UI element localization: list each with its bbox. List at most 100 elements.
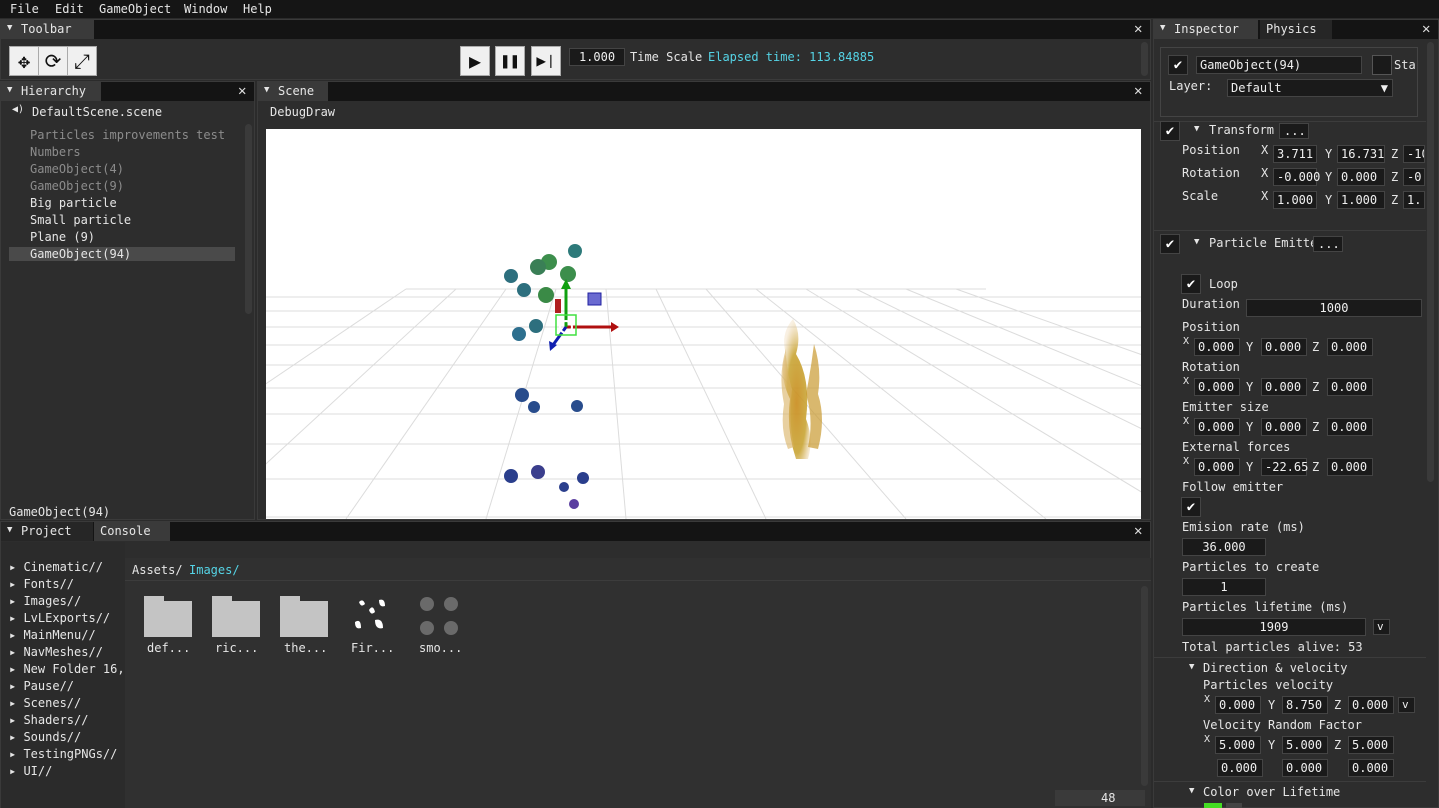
folder-icon[interactable]: [280, 596, 328, 637]
scale-y-input[interactable]: 1.000: [1337, 191, 1385, 209]
menu-window[interactable]: Window: [184, 2, 227, 16]
move-tool-icon[interactable]: ✥: [9, 46, 39, 76]
pos-z-input[interactable]: -10: [1403, 145, 1425, 163]
folder-icon[interactable]: [144, 596, 192, 637]
transform-options-button[interactable]: ...: [1279, 123, 1309, 139]
tab-physics[interactable]: Physics: [1260, 20, 1332, 39]
object-name-input[interactable]: GameObject(94): [1196, 56, 1362, 74]
velocity-z[interactable]: 0.000: [1348, 696, 1394, 714]
tab-inspector[interactable]: ▼ Inspector: [1154, 20, 1258, 39]
forces-x[interactable]: 0.000: [1194, 458, 1240, 476]
collapse-icon[interactable]: ▼: [7, 525, 12, 535]
folder-icon[interactable]: [212, 596, 260, 637]
rot-z-input[interactable]: -0.: [1403, 168, 1425, 186]
folder-tree-item[interactable]: ▸ TestingPNGs//: [9, 747, 117, 761]
step-icon[interactable]: ▶❘: [531, 46, 561, 76]
random-z[interactable]: 5.000: [1348, 736, 1394, 754]
folder-tree-item[interactable]: ▸ Pause//: [9, 679, 74, 693]
collapse-icon[interactable]: ▼: [1160, 23, 1165, 33]
menu-gameobject[interactable]: GameObject: [99, 2, 171, 16]
tab-project[interactable]: ▼ Project: [1, 522, 93, 541]
menu-edit[interactable]: Edit: [55, 2, 84, 16]
hierarchy-item-selected[interactable]: GameObject(94): [30, 247, 131, 261]
transform-header[interactable]: Transform: [1209, 123, 1274, 137]
inspector-scrollbar[interactable]: [1427, 42, 1434, 482]
folder-tree-item[interactable]: ▸ Cinematic//: [9, 560, 103, 574]
pos-y-input[interactable]: 16.731: [1337, 145, 1385, 163]
random-y[interactable]: 5.000: [1282, 736, 1328, 754]
random2-y[interactable]: 0.000: [1282, 759, 1328, 777]
pause-icon[interactable]: ❚❚: [495, 46, 525, 76]
tab-console[interactable]: Console: [94, 522, 170, 541]
collapse-icon[interactable]: ▼: [7, 23, 12, 33]
expand-icon[interactable]: ▼: [1189, 662, 1194, 672]
hierarchy-item[interactable]: GameObject(4): [30, 162, 124, 176]
duration-input[interactable]: 1000: [1246, 299, 1422, 317]
tab-scene[interactable]: ▼ Scene: [258, 82, 328, 101]
folder-tree-item[interactable]: ▸ Shaders//: [9, 713, 88, 727]
hierarchy-scrollbar[interactable]: [245, 124, 252, 314]
tab-hierarchy[interactable]: ▼ Hierarchy: [1, 82, 101, 101]
lifetime-dropdown[interactable]: v: [1373, 619, 1390, 635]
random2-z[interactable]: 0.000: [1348, 759, 1394, 777]
emitter-size-y[interactable]: 0.000: [1261, 418, 1307, 436]
folder-tree-item[interactable]: ▸ MainMenu//: [9, 628, 96, 642]
follow-emitter-checkbox[interactable]: ✔: [1181, 497, 1201, 517]
collapse-icon[interactable]: ▼: [264, 85, 269, 95]
smoke-texture-icon[interactable]: [417, 596, 461, 640]
render-mode-menu[interactable]: DebugDraw: [270, 105, 335, 119]
random2-x[interactable]: 0.000: [1217, 759, 1263, 777]
folder-tree-item[interactable]: ▸ Scenes//: [9, 696, 81, 710]
loop-checkbox[interactable]: ✔: [1181, 274, 1201, 294]
breadcrumb-root[interactable]: Assets/: [132, 563, 183, 577]
play-icon[interactable]: ▶: [460, 46, 490, 76]
active-checkbox[interactable]: ✔: [1168, 55, 1188, 75]
rot-x-input[interactable]: -0.000: [1273, 168, 1320, 186]
scale-tool-icon[interactable]: ⤢: [67, 46, 97, 76]
emitter-header[interactable]: Particle Emitter: [1209, 236, 1325, 250]
breadcrumb-current[interactable]: Images/: [189, 563, 240, 577]
color-swatch[interactable]: [1204, 803, 1222, 808]
emitter-rot-y[interactable]: 0.000: [1261, 378, 1307, 396]
lifetime-input[interactable]: 1909: [1182, 618, 1366, 636]
particles-create-input[interactable]: 1: [1182, 578, 1266, 596]
emission-rate-input[interactable]: 36.000: [1182, 538, 1266, 556]
collapse-icon[interactable]: ▼: [7, 85, 12, 95]
folder-tree-item[interactable]: ▸ LvLExports//: [9, 611, 110, 625]
hierarchy-item[interactable]: Particles improvements test: [30, 128, 225, 142]
rot-y-input[interactable]: 0.000: [1337, 168, 1385, 186]
zoom-slider[interactable]: 48: [1055, 790, 1145, 806]
expand-icon[interactable]: ▼: [1194, 237, 1199, 247]
emitter-enabled-checkbox[interactable]: ✔: [1160, 234, 1180, 254]
hierarchy-item[interactable]: GameObject(9): [30, 179, 124, 193]
fire-texture-icon[interactable]: [351, 596, 395, 640]
scale-z-input[interactable]: 1.: [1403, 191, 1425, 209]
random-x[interactable]: 5.000: [1215, 736, 1261, 754]
rotate-tool-icon[interactable]: ⟳: [38, 46, 68, 76]
toolbar-scrollbar[interactable]: [1141, 42, 1148, 76]
hierarchy-item[interactable]: Plane (9): [30, 230, 95, 244]
expand-icon[interactable]: ▼: [1189, 786, 1194, 796]
velocity-x[interactable]: 0.000: [1215, 696, 1261, 714]
velocity-y[interactable]: 8.750: [1282, 696, 1328, 714]
emitter-pos-y[interactable]: 0.000: [1261, 338, 1307, 356]
emitter-size-x[interactable]: 0.000: [1194, 418, 1240, 436]
transform-enabled-checkbox[interactable]: ✔: [1160, 121, 1180, 141]
direction-velocity-header[interactable]: Direction & velocity: [1203, 661, 1348, 675]
folder-tree-item[interactable]: ▸ Sounds//: [9, 730, 81, 744]
close-icon[interactable]: ✕: [1422, 21, 1430, 37]
folder-tree-item[interactable]: ▸ Images//: [9, 594, 81, 608]
tab-toolbar[interactable]: ▼ Toolbar: [1, 20, 94, 39]
forces-z[interactable]: 0.000: [1327, 458, 1373, 476]
close-icon[interactable]: ✕: [1134, 21, 1142, 37]
close-icon[interactable]: ✕: [1134, 523, 1142, 539]
emitter-pos-z[interactable]: 0.000: [1327, 338, 1373, 356]
close-icon[interactable]: ✕: [238, 83, 246, 99]
folder-tree-item[interactable]: ▸ New Folder 16,: [9, 662, 125, 676]
expand-icon[interactable]: ▼: [1194, 124, 1199, 134]
pos-x-input[interactable]: 3.711: [1273, 145, 1317, 163]
color-swatch[interactable]: [1226, 803, 1242, 808]
emitter-rot-x[interactable]: 0.000: [1194, 378, 1240, 396]
menu-help[interactable]: Help: [243, 2, 272, 16]
folder-tree-item[interactable]: ▸ NavMeshes//: [9, 645, 103, 659]
